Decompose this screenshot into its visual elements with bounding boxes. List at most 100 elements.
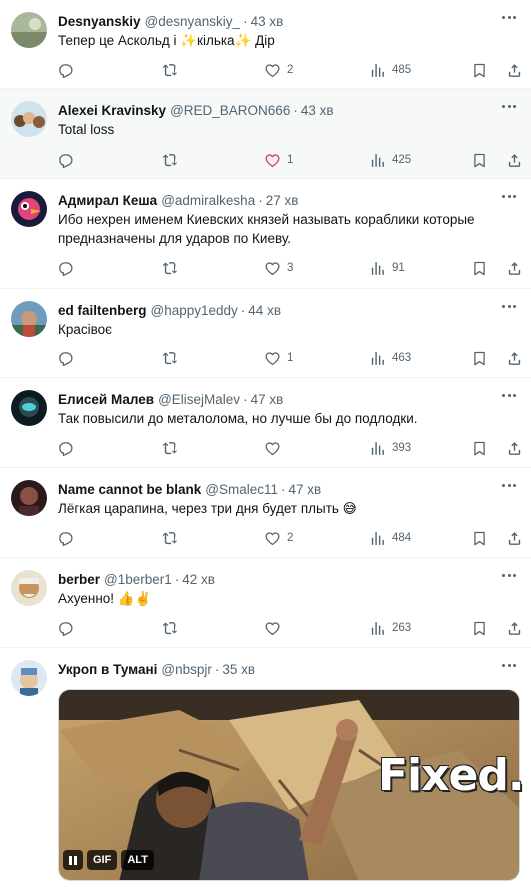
author-handle[interactable]: @ElisejMalev xyxy=(158,392,240,407)
action-bar: 3 91 xyxy=(57,258,527,278)
bookmark-button[interactable] xyxy=(471,348,488,368)
more-icon[interactable] xyxy=(499,568,519,582)
tweet-item[interactable]: Name cannot be blank @Smalec11 · 47 хв Лёгк… xyxy=(0,468,531,558)
retweet-button[interactable] xyxy=(162,348,179,368)
avatar[interactable] xyxy=(11,660,47,696)
tweet-item[interactable]: ed failtenberg @happy1eddy · 44 хв Красівоє… xyxy=(0,289,531,378)
tweet-item[interactable]: Alexei Kravinsky @RED_BARON666 · 43 хв Tota… xyxy=(0,89,531,179)
tweet-item[interactable]: Адмирал Кеша @admiralkesha · 27 хв Ибо нехр… xyxy=(0,179,531,289)
author-handle[interactable]: @Smalec11 xyxy=(205,482,278,497)
share-button[interactable] xyxy=(506,528,523,548)
alt-button[interactable]: ALT xyxy=(121,850,154,870)
like-button[interactable]: 1 xyxy=(264,348,293,368)
tweet-item[interactable]: Desnyanskiy @desnyanskiy_ · 43 хв Тепер це … xyxy=(0,0,531,89)
timestamp[interactable]: 42 хв xyxy=(182,572,215,587)
more-icon[interactable] xyxy=(499,658,519,672)
author-handle[interactable]: @RED_BARON666 xyxy=(170,103,290,118)
bookmark-icon xyxy=(471,62,488,79)
bookmark-button[interactable] xyxy=(471,258,488,278)
like-button[interactable] xyxy=(264,618,287,638)
author-name[interactable]: Укроп в Тумані xyxy=(58,662,157,677)
more-icon[interactable] xyxy=(499,10,519,24)
retweet-button[interactable] xyxy=(162,438,179,458)
retweet-icon xyxy=(162,62,179,79)
avatar[interactable] xyxy=(11,12,47,48)
avatar[interactable] xyxy=(11,101,47,137)
more-icon[interactable] xyxy=(499,189,519,203)
author-name[interactable]: berber xyxy=(58,572,100,587)
author-name[interactable]: Desnyanskiy xyxy=(58,14,141,29)
bookmark-button[interactable] xyxy=(471,438,488,458)
like-button[interactable]: 2 xyxy=(264,528,293,548)
reply-button[interactable] xyxy=(57,60,74,80)
timestamp[interactable]: 44 хв xyxy=(248,303,281,318)
tweet-item[interactable]: berber @1berber1 · 42 хв Ахуенно! 👍✌️ 263 xyxy=(0,558,531,648)
retweet-button[interactable] xyxy=(162,618,179,638)
author-name[interactable]: Елисей Малев xyxy=(58,392,154,407)
retweet-button[interactable] xyxy=(162,528,179,548)
pause-button[interactable] xyxy=(63,850,83,870)
reply-button[interactable] xyxy=(57,348,74,368)
avatar[interactable] xyxy=(11,480,47,516)
more-icon[interactable] xyxy=(499,299,519,313)
author-handle[interactable]: @desnyanskiy_ xyxy=(145,14,241,29)
author-name[interactable]: ed failtenberg xyxy=(58,303,147,318)
like-button[interactable]: 2 xyxy=(264,60,293,80)
more-icon[interactable] xyxy=(499,388,519,402)
timestamp[interactable]: 35 хв xyxy=(222,662,255,677)
views-button[interactable]: 484 xyxy=(369,528,411,548)
reply-icon xyxy=(57,260,74,277)
reply-button[interactable] xyxy=(57,258,74,278)
heart-icon xyxy=(264,62,281,79)
retweet-button[interactable] xyxy=(162,258,179,278)
avatar[interactable] xyxy=(11,191,47,227)
bookmark-icon xyxy=(471,530,488,547)
retweet-button[interactable] xyxy=(162,150,179,170)
avatar[interactable] xyxy=(11,301,47,337)
share-button[interactable] xyxy=(506,438,523,458)
share-button[interactable] xyxy=(506,348,523,368)
author-name[interactable]: Адмирал Кеша xyxy=(58,193,157,208)
reply-button[interactable] xyxy=(57,150,74,170)
timestamp[interactable]: 47 хв xyxy=(251,392,284,407)
views-button[interactable]: 91 xyxy=(369,258,405,278)
views-button[interactable]: 463 xyxy=(369,348,411,368)
timestamp[interactable]: 43 хв xyxy=(301,103,334,118)
author-handle[interactable]: @1berber1 xyxy=(104,572,172,587)
more-icon[interactable] xyxy=(499,99,519,113)
share-button[interactable] xyxy=(506,150,523,170)
views-button[interactable]: 485 xyxy=(369,60,411,80)
views-button[interactable]: 263 xyxy=(369,618,411,638)
like-button[interactable]: 3 xyxy=(264,258,293,278)
bookmark-button[interactable] xyxy=(471,150,488,170)
share-button[interactable] xyxy=(506,258,523,278)
timestamp[interactable]: 27 хв xyxy=(266,193,299,208)
reply-button[interactable] xyxy=(57,438,74,458)
timestamp[interactable]: 43 хв xyxy=(251,14,284,29)
bookmark-button[interactable] xyxy=(471,618,488,638)
bookmark-button[interactable] xyxy=(471,528,488,548)
avatar[interactable] xyxy=(11,390,47,426)
views-button[interactable]: 425 xyxy=(369,150,411,170)
author-handle[interactable]: @happy1eddy xyxy=(151,303,238,318)
reply-button[interactable] xyxy=(57,528,74,548)
share-button[interactable] xyxy=(506,618,523,638)
bookmark-button[interactable] xyxy=(471,60,488,80)
tweet-item[interactable]: Елисей Малев @ElisejMalev · 47 хв Так повыс… xyxy=(0,378,531,468)
tweet-text: Так повысили до металолома, но лучше бы … xyxy=(58,411,418,426)
retweet-button[interactable] xyxy=(162,60,179,80)
author-name[interactable]: Name cannot be blank xyxy=(58,482,201,497)
share-button[interactable] xyxy=(506,60,523,80)
retweet-icon xyxy=(162,440,179,457)
like-button[interactable] xyxy=(264,438,287,458)
timestamp[interactable]: 47 хв xyxy=(289,482,322,497)
reply-button[interactable] xyxy=(57,618,74,638)
author-handle[interactable]: @admiralkesha xyxy=(161,193,255,208)
like-button[interactable]: 1 xyxy=(264,150,293,170)
retweet-icon xyxy=(162,152,179,169)
more-icon[interactable] xyxy=(499,478,519,492)
views-button[interactable]: 393 xyxy=(369,438,411,458)
author-handle[interactable]: @nbspjr xyxy=(161,662,211,677)
author-name[interactable]: Alexei Kravinsky xyxy=(58,103,166,118)
avatar[interactable] xyxy=(11,570,47,606)
